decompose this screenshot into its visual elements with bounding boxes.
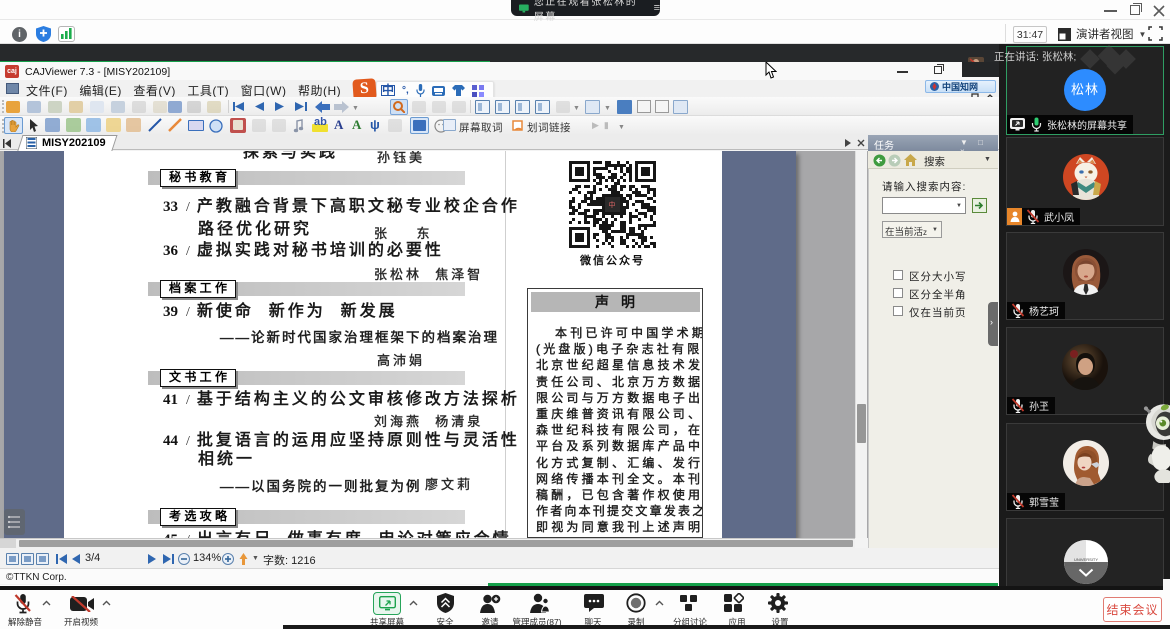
svg-text:中: 中 [609,200,616,209]
